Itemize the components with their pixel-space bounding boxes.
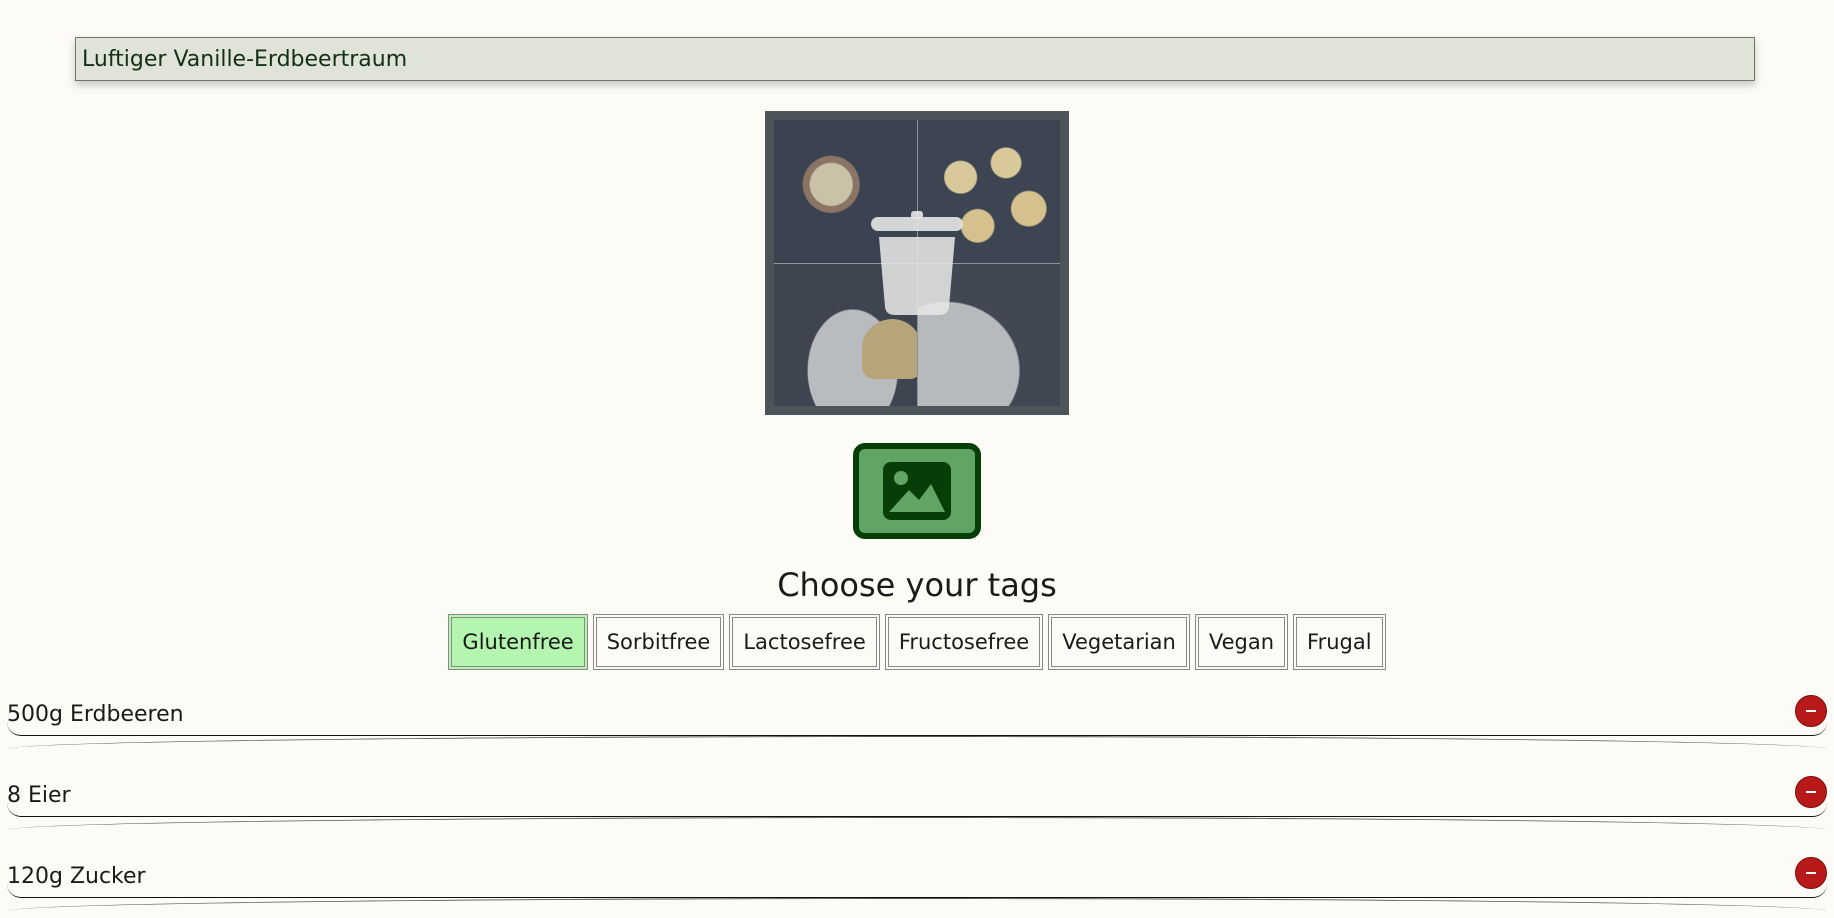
remove-ingredient-button[interactable]: [1795, 695, 1827, 727]
minus-icon: [1806, 872, 1816, 874]
ingredient-row: 120g Zucker: [7, 857, 1827, 899]
add-photo-button[interactable]: [853, 443, 981, 539]
tag-vegan[interactable]: Vegan: [1194, 614, 1289, 670]
tags-heading: Choose your tags: [777, 566, 1057, 604]
image-icon: [883, 462, 951, 520]
tag-frugal[interactable]: Frugal: [1293, 614, 1386, 670]
tag-lactosefree[interactable]: Lactosefree: [729, 614, 880, 670]
remove-ingredient-button[interactable]: [1795, 857, 1827, 889]
ingredient-row: 8 Eier: [7, 776, 1827, 818]
ingredient-text: 8 Eier: [7, 783, 71, 808]
recipe-title-input[interactable]: [75, 37, 1755, 81]
minus-icon: [1806, 710, 1816, 712]
tag-list: Glutenfree Sorbitfree Lactosefree Fructo…: [0, 614, 1834, 670]
tag-glutenfree[interactable]: Glutenfree: [448, 614, 588, 670]
recipe-editor: Choose your tags Glutenfree Sorbitfree L…: [0, 0, 1834, 918]
delete-photo-button[interactable]: [869, 211, 965, 315]
ingredient-text: 120g Zucker: [7, 864, 146, 889]
remove-ingredient-button[interactable]: [1795, 776, 1827, 808]
minus-icon: [1806, 791, 1816, 793]
ingredient-row: 500g Erdbeeren: [7, 695, 1827, 737]
tag-vegetarian[interactable]: Vegetarian: [1048, 614, 1190, 670]
tag-sorbitfree[interactable]: Sorbitfree: [592, 614, 725, 670]
trash-icon: [871, 211, 963, 315]
tag-fructosefree[interactable]: Fructosefree: [884, 614, 1044, 670]
recipe-photo: [765, 111, 1069, 415]
ingredient-text: 500g Erdbeeren: [7, 702, 184, 727]
